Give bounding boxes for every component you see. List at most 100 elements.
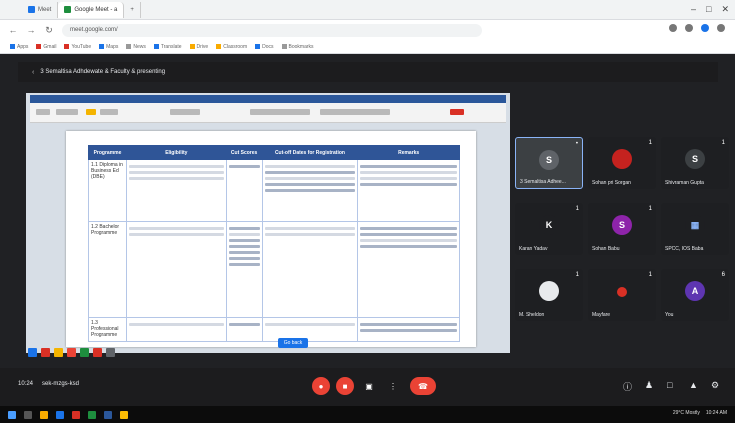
ribbon-item[interactable] bbox=[450, 109, 464, 115]
table-cell bbox=[261, 317, 359, 342]
table-cell bbox=[357, 221, 460, 318]
bookmark-item[interactable]: Drive bbox=[189, 44, 208, 50]
app-icon[interactable] bbox=[72, 410, 80, 419]
reload-icon[interactable]: ↻ bbox=[44, 25, 54, 36]
forward-icon[interactable]: → bbox=[26, 25, 36, 35]
participant-tile[interactable]: • S 3 Semaltisa Adhee... bbox=[515, 137, 583, 189]
people-icon[interactable]: ♟ bbox=[645, 380, 653, 391]
table-header: Eligibility bbox=[125, 145, 227, 160]
avatar: S bbox=[685, 149, 705, 169]
mic-muted-icon: 1 bbox=[575, 206, 579, 212]
bookmark-item[interactable]: YouTube bbox=[64, 44, 91, 50]
table-header: Cut Scores bbox=[225, 145, 263, 160]
bookmark-item[interactable]: Bookmarks bbox=[281, 44, 314, 50]
browser-tab-active[interactable]: Google Meet - a bbox=[58, 1, 125, 18]
mic-off-icon[interactable]: ● bbox=[312, 377, 330, 395]
participant-tile[interactable]: 1 Sohan pri Sorgan bbox=[588, 137, 656, 189]
weather-text[interactable]: 29°C Mostly bbox=[673, 410, 700, 416]
app-icon bbox=[54, 348, 63, 357]
bookmark-item[interactable]: Docs bbox=[255, 44, 274, 50]
table-row: 1.1 Diploma in Business Ed (DBE) bbox=[88, 159, 460, 222]
end-call-button[interactable]: ☎ bbox=[410, 377, 436, 395]
participant-tile[interactable]: 1 M. Sheldon bbox=[515, 269, 583, 321]
meet-favicon-icon bbox=[64, 6, 72, 13]
info-icon[interactable]: ⓘ bbox=[623, 380, 632, 393]
table-cell bbox=[125, 221, 227, 318]
go-back-button[interactable]: Go back bbox=[278, 338, 308, 348]
close-icon[interactable]: ✕ bbox=[721, 4, 729, 15]
bookmarks-bar: Apps Gmail YouTube Maps News Translate D… bbox=[0, 40, 735, 54]
captions-icon[interactable]: ▣ bbox=[360, 377, 378, 395]
table-cell bbox=[125, 159, 227, 222]
participant-tile[interactable]: 1 S Sohan Babu bbox=[588, 203, 656, 255]
camera-off-icon[interactable]: ■ bbox=[336, 377, 354, 395]
chevron-left-icon[interactable]: ‹ bbox=[32, 69, 34, 76]
table-header: Programme bbox=[88, 145, 127, 160]
admission-table: Programme Eligibility Cut Scores Cut-off… bbox=[88, 145, 460, 342]
tab-label: Meet bbox=[38, 6, 52, 13]
participant-tile[interactable]: ▦ SPCC, IOS Baba bbox=[661, 203, 729, 255]
participant-name: Mayfare bbox=[592, 312, 611, 318]
url-field[interactable]: meet.google.com/ bbox=[62, 23, 482, 37]
edge-icon[interactable] bbox=[56, 410, 64, 419]
ribbon-item[interactable] bbox=[250, 109, 310, 115]
app-icon[interactable] bbox=[88, 410, 96, 419]
ribbon-item[interactable] bbox=[100, 109, 118, 115]
meet-window: Meet Google Meet - a + – □ ✕ ← → ↻ meet.… bbox=[0, 0, 735, 423]
participant-name: 3 Semaltisa Adhee... bbox=[520, 179, 566, 185]
participant-name: Sohan pri Sorgan bbox=[592, 180, 631, 186]
avatar bbox=[612, 149, 632, 169]
browser-tab[interactable]: Meet bbox=[22, 1, 59, 18]
clock-text[interactable]: 10:24 AM bbox=[706, 410, 727, 416]
participant-tile[interactable]: 1 S Shivraman Gupta bbox=[661, 137, 729, 189]
star-icon[interactable] bbox=[685, 24, 693, 32]
browser-tabbar: Meet Google Meet - a + – □ ✕ bbox=[0, 0, 735, 20]
building-icon: ▦ bbox=[685, 215, 705, 235]
table-row: 1.3 Professional Programme bbox=[88, 317, 460, 342]
ribbon-item[interactable] bbox=[56, 109, 78, 115]
participant-tile[interactable]: 1 K Karan Yadav bbox=[515, 203, 583, 255]
meeting-controls: 10:24 sek-mzgs-ksd ● ■ ▣ ⋮ ☎ ⓘ ♟ □ ▲ ⚙ bbox=[0, 368, 735, 406]
menu-icon[interactable] bbox=[717, 24, 725, 32]
ribbon-item[interactable] bbox=[36, 109, 50, 115]
bookmark-item[interactable]: Apps bbox=[10, 44, 28, 50]
ribbon-item[interactable] bbox=[320, 109, 390, 115]
profile-avatar[interactable] bbox=[701, 24, 709, 32]
avatar bbox=[539, 281, 559, 301]
participant-tile[interactable]: 1 Mayfare bbox=[588, 269, 656, 321]
ribbon-item[interactable] bbox=[86, 109, 96, 115]
mic-muted-icon: 6 bbox=[721, 272, 725, 278]
more-options-icon[interactable]: ⋮ bbox=[384, 377, 402, 395]
maximize-icon[interactable]: □ bbox=[706, 4, 711, 15]
extension-icon[interactable] bbox=[669, 24, 677, 32]
pin-icon[interactable]: • bbox=[576, 141, 578, 147]
new-tab-button[interactable]: + bbox=[124, 1, 141, 18]
app-icon bbox=[80, 348, 89, 357]
bookmark-item[interactable]: Translate bbox=[153, 44, 182, 50]
activities-icon[interactable]: ▲ bbox=[689, 380, 698, 390]
search-icon[interactable] bbox=[24, 410, 32, 419]
bookmark-item[interactable]: Maps bbox=[99, 44, 118, 50]
bookmark-item[interactable]: Classroom bbox=[216, 44, 247, 50]
bookmark-item[interactable]: News bbox=[126, 44, 146, 50]
avatar bbox=[617, 287, 627, 297]
meeting-header: ‹ 3 Semaltisa Adhdewate & Faculty & pres… bbox=[18, 62, 718, 82]
table-cell bbox=[225, 317, 263, 342]
host-controls-icon[interactable]: ⚙ bbox=[711, 380, 719, 391]
start-icon[interactable] bbox=[8, 410, 16, 419]
app-icon bbox=[28, 348, 37, 357]
file-explorer-icon[interactable] bbox=[40, 410, 48, 419]
word-icon[interactable] bbox=[104, 410, 112, 419]
doc-titlebar bbox=[30, 95, 506, 103]
ribbon-item[interactable] bbox=[170, 109, 200, 115]
app-icon bbox=[93, 348, 102, 357]
participant-name: Sohan Babu bbox=[592, 246, 620, 252]
chrome-icon[interactable] bbox=[120, 410, 128, 419]
chat-icon[interactable]: □ bbox=[667, 380, 672, 390]
bookmark-item[interactable]: Gmail bbox=[36, 44, 56, 50]
minimize-icon[interactable]: – bbox=[691, 4, 696, 15]
mic-muted-icon: 1 bbox=[721, 140, 725, 146]
participant-tile[interactable]: 6 A You bbox=[661, 269, 729, 321]
table-cell bbox=[225, 221, 263, 318]
back-icon[interactable]: ← bbox=[8, 25, 18, 35]
